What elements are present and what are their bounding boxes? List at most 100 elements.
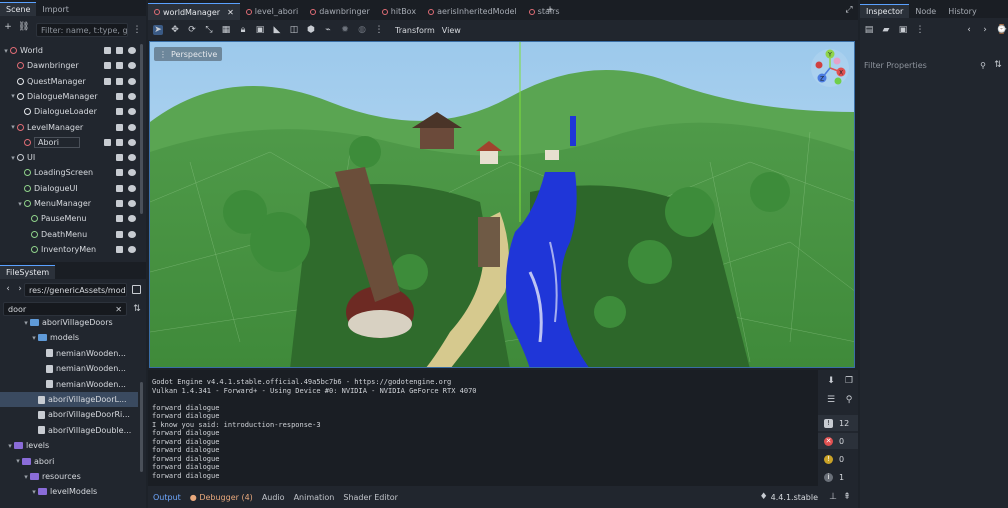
script-icon[interactable] [104,77,111,85]
select-tool-icon[interactable]: ➤ [153,25,163,35]
script-icon[interactable] [116,92,123,100]
visibility-icon[interactable] [128,169,136,177]
filesystem-search-input[interactable]: door ✕ [3,302,127,316]
scene-node-dawnbringer[interactable]: Dawnbringer [0,58,140,73]
visibility-icon[interactable] [128,245,136,253]
script-icon[interactable] [116,200,123,207]
back-icon[interactable]: ‹ [3,284,13,294]
filesystem-item[interactable]: aboriVillageDouble... [0,423,138,438]
script-icon[interactable] [116,47,123,54]
scene-node-inventorymen[interactable]: InventoryMen [0,242,140,257]
magnet-icon[interactable]: ⌁ [323,25,333,35]
copy-icon[interactable]: ❐ [844,376,854,386]
editor-tab[interactable]: worldManager ✕ [148,3,240,20]
scene-tree-scrollbar[interactable] [140,44,143,214]
distraction-free-icon[interactable]: ⤢ [844,5,854,15]
environment-icon[interactable]: ◍ [357,25,367,35]
scale-tool-icon[interactable]: ⤡ [204,25,214,35]
filesystem-item[interactable]: nemianWooden... [0,377,138,392]
scene-node-abori[interactable]: Abori [0,135,140,150]
script-icon[interactable] [116,62,123,70]
clear-icon[interactable]: ✕ [115,305,122,314]
scene-node-questmanager[interactable]: QuestManager [0,74,140,89]
expand-arrow-icon[interactable]: ▾ [9,123,17,131]
new-resource-icon[interactable]: ▤ [864,25,874,35]
filesystem-item[interactable]: ▾ abori [0,454,138,469]
filesystem-item[interactable]: ▾ levels [0,438,138,453]
local-space-icon[interactable]: ◫ [289,25,299,35]
expand-arrow-icon[interactable]: ▾ [30,334,38,342]
visibility-icon[interactable] [128,230,136,238]
visibility-icon[interactable] [128,154,136,162]
inspector-filter-input[interactable]: Filter Properties ⚲ [862,58,990,72]
filter-options-icon[interactable]: ⋮ [132,25,142,35]
script-icon[interactable] [116,230,123,238]
scene-node-world[interactable]: ▾ World [0,43,140,58]
clear-output-icon[interactable]: ⬇ [826,376,836,386]
more-options-icon[interactable]: ⋮ [374,25,384,35]
sun-icon[interactable]: ✹ [340,25,350,35]
script-icon[interactable] [116,245,123,253]
group-icon[interactable]: ▣ [255,25,265,35]
scene-node-loadingscreen[interactable]: LoadingScreen [0,165,140,180]
visibility-icon[interactable] [128,62,136,70]
visibility-icon[interactable] [128,200,136,207]
editor-messages-filter[interactable]: i 1 [818,469,858,485]
tab-scene[interactable]: Scene [0,2,37,16]
expand-arrow-icon[interactable]: ▾ [16,200,24,208]
tab-animation[interactable]: Animation [294,493,335,502]
link-icon[interactable]: ⛓ [18,22,29,32]
expand-panel-icon[interactable]: ⇞ [842,492,852,502]
editor-tab[interactable]: aerisInheritedModel [422,3,523,20]
add-tab-icon[interactable]: + [545,5,555,15]
script-icon[interactable] [116,154,123,162]
transform-menu[interactable]: Transform [395,26,435,35]
expand-arrow-icon[interactable]: ▾ [30,488,38,496]
scene-node-levelmanager[interactable]: ▾ LevelManager [0,120,140,135]
filesystem-item[interactable]: aboriVillageDoorRi... [0,407,138,422]
scene-node-menumanager[interactable]: ▾ MenuManager [0,196,140,211]
tab-node[interactable]: Node [909,4,942,18]
visibility-icon[interactable] [128,47,136,54]
script-icon[interactable] [104,47,111,54]
lock-icon[interactable]: 🔒︎ [238,25,248,35]
snap-icon[interactable]: ⬢ [306,25,316,35]
tab-inspector[interactable]: Inspector [860,4,910,18]
filesystem-scrollbar[interactable] [140,382,143,472]
script-icon[interactable] [116,169,123,177]
pin-icon[interactable]: ⊥ [828,492,838,502]
expand-arrow-icon[interactable]: ▾ [6,442,14,450]
script-icon[interactable] [104,62,111,70]
script-icon[interactable] [116,138,123,146]
visibility-icon[interactable] [128,77,136,85]
warnings-filter[interactable]: ! 0 [818,451,858,467]
tab-audio[interactable]: Audio [262,493,285,502]
scene-filter-input[interactable]: Filter: name, t:type, g:group [36,23,128,37]
close-tab-icon[interactable]: ✕ [227,8,234,17]
scene-node-deathmenu[interactable]: DeathMenu [0,227,140,242]
script-icon[interactable] [116,108,123,116]
editor-tab[interactable]: dawnbringer [304,3,376,20]
perspective-button[interactable]: ⋮ Perspective [154,47,223,61]
errors-filter[interactable]: ✕ 0 [818,433,858,449]
editor-tab[interactable]: hitBox [376,3,422,20]
script-icon[interactable] [116,77,123,85]
history-back-icon[interactable]: ‹ [964,25,974,35]
script-icon[interactable] [116,215,123,223]
filesystem-item[interactable]: nemianWooden... [0,361,138,376]
scene-node-ui[interactable]: ▾ UI [0,150,140,165]
filesystem-item[interactable]: ▾ levelModels [0,484,138,499]
filesystem-path-input[interactable]: res://genericAssets/model [24,283,127,297]
ruler-icon[interactable]: ◣ [272,25,282,35]
tab-output[interactable]: Output [153,493,181,502]
scene-node-dialoguemanager[interactable]: ▾ DialogueManager [0,89,140,104]
script-icon[interactable] [116,123,123,131]
visibility-icon[interactable] [128,215,136,223]
editor-tab[interactable]: level_abori [240,3,304,20]
orientation-gizmo[interactable]: Y X Z [810,48,850,88]
messages-filter[interactable]: ! 12 [818,415,858,431]
visibility-icon[interactable] [128,138,136,146]
rotate-tool-icon[interactable]: ⟳ [187,25,197,35]
sort-icon[interactable]: ⇅ [132,304,142,314]
scene-node-pausemenu[interactable]: PauseMenu [0,211,140,226]
